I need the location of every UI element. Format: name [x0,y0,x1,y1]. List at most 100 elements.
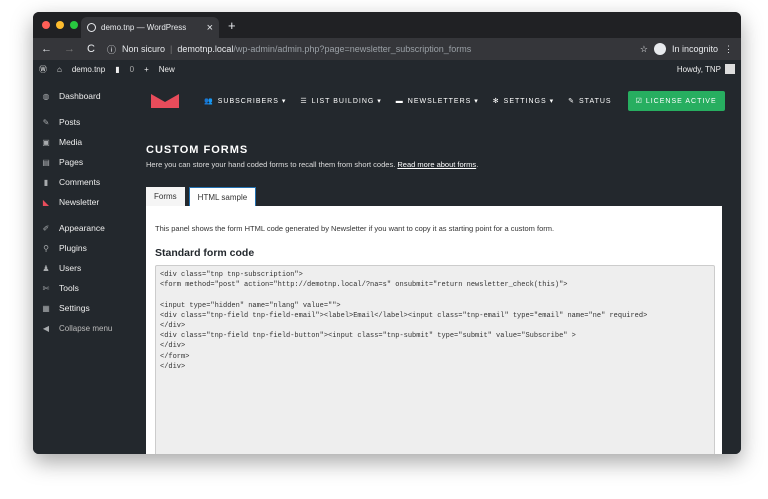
comment-icon: ▮ [43,177,49,187]
avatar [725,64,735,74]
nav-list-building[interactable]: ☰ LIST BUILDING ▾ [300,97,381,106]
tab-forms[interactable]: Forms [146,187,185,207]
nav-subscribers[interactable]: 👥 SUBSCRIBERS ▾ [204,97,286,106]
plugin-icon: ⚲ [43,243,49,253]
list-icon: ☰ [300,98,308,105]
back-icon[interactable]: ← [41,43,52,55]
code-line: <div class="tnp-field tnp-field-email"><… [160,311,648,320]
page-title: CUSTOM FORMS [146,144,249,156]
sidebar-item-label: Appearance [59,223,105,233]
close-window-button[interactable] [42,21,50,29]
brush-icon: ✐ [42,223,50,233]
code-line: <div class="tnp tnp-subscription"> [160,271,303,279]
wordpress-logo-icon[interactable]: Ⓦ [39,64,47,75]
code-line: </form> [160,352,190,361]
reload-icon[interactable]: C [87,43,95,55]
code-line: <form method="post" action="http://demot… [160,281,568,290]
page-subtitle: Here you can store your hand coded forms… [146,160,479,169]
license-active-button[interactable]: ☑ LICENSE ACTIVE [627,91,725,111]
star-icon[interactable]: ☆ [640,44,648,55]
sidebar-item-label: Pages [59,157,84,167]
sidebar-item-pages[interactable]: ▤ Pages [33,152,129,172]
html-sample-panel: This panel shows the form HTML code gene… [146,206,722,454]
window-controls [42,21,78,29]
pages-icon: ▤ [42,157,50,167]
new-tab-icon[interactable]: + [228,18,236,33]
sidebar-item-label: Settings [59,303,90,313]
sidebar-item-tools[interactable]: ✄ Tools [33,278,129,298]
newsletter-logo-icon[interactable] [151,94,179,108]
sidebar-item-dashboard[interactable]: ◍ Dashboard [33,86,129,106]
browser-window: demo.tnp — WordPress × + ← → C ⓘ Non sic… [33,12,741,454]
sidebar-item-posts[interactable]: ✎ Posts [33,112,129,132]
tab-html-sample[interactable]: HTML sample [188,187,257,207]
sidebar-item-label: Plugins [59,243,87,253]
new-link[interactable]: New [159,65,175,74]
user-icon: ♟ [42,263,50,273]
newsletter-nav: 👥 SUBSCRIBERS ▾ ☰ LIST BUILDING ▾ ▬ NEWSLET… [151,91,741,111]
sidebar-item-label: Newsletter [59,197,100,207]
home-icon: ⌂ [57,64,62,74]
forward-icon[interactable]: → [64,43,75,55]
read-more-link[interactable]: Read more about forms [397,160,476,169]
site-name[interactable]: demo.tnp [72,65,105,74]
howdy-label: Howdy, TNP [676,64,721,74]
newsletter-icon: ◣ [42,197,50,207]
plus-icon: + [144,64,149,74]
sidebar-item-settings[interactable]: ▦ Settings [33,298,129,318]
sidebar-item-label: Dashboard [59,91,101,101]
code-line: </div> [160,321,186,330]
sidebar-item-label: Comments [59,177,101,187]
minimize-window-button[interactable] [56,21,64,29]
pin-icon: ✎ [42,117,50,127]
menu-icon[interactable]: ⋮ [724,44,733,55]
incognito-indicator[interactable]: ☆ In incognito ⋮ [640,43,733,55]
url-field[interactable]: Non sicuro | demotnp.local/wp-admin/admi… [122,44,471,54]
info-icon[interactable]: ⓘ [107,43,116,56]
code-heading: Standard form code [155,247,255,259]
sidebar-item-label: Users [59,263,82,273]
wrench-icon: ✎ [568,98,576,105]
comments-count[interactable]: 0 [130,65,134,74]
dashboard-icon: ◍ [42,91,50,101]
sidebar-item-media[interactable]: ▣ Media [33,132,129,152]
incognito-label: In incognito [671,44,718,54]
account-menu[interactable]: Howdy, TNP [677,64,735,74]
code-line: </div> [160,362,186,371]
sidebar-item-label: Collapse menu [59,323,113,333]
nav-status[interactable]: ✎ STATUS [568,97,611,106]
sidebar-item-comments[interactable]: ▮ Comments [33,172,129,192]
maximize-window-button[interactable] [70,21,78,29]
code-textarea[interactable]: <div class="tnp tnp-subscription"> <form … [155,265,715,454]
close-tab-icon[interactable]: × [207,22,213,34]
comments-icon[interactable]: ▮ [115,65,119,74]
gear-icon: ✻ [492,98,500,105]
incognito-icon [653,43,666,55]
main-content: 👥 SUBSCRIBERS ▾ ☰ LIST BUILDING ▾ ▬ NEWSLET… [129,78,741,454]
code-line: <div class="tnp-field tnp-field-button">… [160,332,576,341]
code-line: </div> [160,342,186,351]
wp-admin-bar: Ⓦ ⌂ demo.tnp ▮ 0 + New Howdy, TNP [33,60,741,78]
wrench-icon: ✄ [42,283,50,293]
code-line: <input type="hidden" name="nlang" value=… [160,301,341,310]
sidebar-item-label: Media [59,137,83,147]
users-icon: 👥 [204,98,214,105]
newspaper-icon: ▬ [395,97,404,105]
tab-title: demo.tnp — WordPress [101,23,187,32]
admin-sidebar: ◍ Dashboard ✎ Posts ▣ Media ▤ Pages ▮ Comments ◣ Ne… [33,78,129,454]
tab-strip: demo.tnp — WordPress × + [33,12,741,38]
sidebar-item-appearance[interactable]: ✐ Appearance [33,218,129,238]
collapse-icon: ◀ [42,323,50,333]
nav-settings[interactable]: ✻ SETTINGS ▾ [492,97,554,106]
security-label: Non sicuro [121,44,165,54]
address-bar: ← → C ⓘ Non sicuro | demotnp.local/wp-ad… [33,38,741,60]
sidebar-item-users[interactable]: ♟ Users [33,258,129,278]
browser-tab[interactable]: demo.tnp — WordPress × [81,17,219,38]
sidebar-item-label: Posts [59,117,81,127]
sidebar-item-newsletter[interactable]: ◣ Newsletter [33,192,129,212]
sidebar-item-collapse-menu[interactable]: ◀ Collapse menu [33,318,129,338]
nav-newsletters[interactable]: ▬ NEWSLETTERS ▾ [395,97,479,106]
wordpress-icon [87,23,96,32]
sidebar-item-plugins[interactable]: ⚲ Plugins [33,238,129,258]
